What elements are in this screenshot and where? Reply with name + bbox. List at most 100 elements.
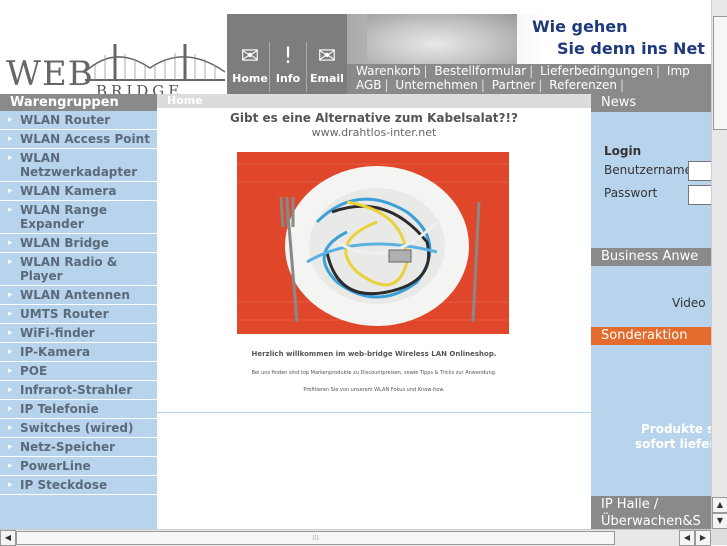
- sidebar-item-label: UMTS Router: [20, 307, 109, 321]
- bullet-arrow-icon: ▸: [8, 134, 13, 144]
- bullet-arrow-icon: ▸: [8, 328, 13, 338]
- bullet-arrow-icon: ▸: [8, 186, 13, 196]
- scrollbar-corner: [711, 529, 727, 545]
- nav-agb[interactable]: AGB: [353, 78, 385, 92]
- top-navigation: Warenkorb | Bestellformular | Lieferbeding…: [347, 64, 711, 94]
- home-button[interactable]: ✉ Home: [231, 42, 270, 92]
- sidebar-item-label: WLAN Radio & Player: [20, 255, 118, 283]
- bullet-arrow-icon: ▸: [8, 257, 13, 267]
- category-sidebar: Warengruppen ▸ WLAN Router ▸ WLAN Access Po…: [0, 94, 157, 529]
- header-banner: Wie gehen Sie denn ins Net: [347, 14, 711, 64]
- sidebar-item-label: PowerLine: [20, 459, 91, 473]
- scroll-left-button-2[interactable]: ◀: [679, 530, 695, 546]
- sidebar-item[interactable]: ▸ WLAN Access Point: [0, 130, 157, 149]
- bullet-arrow-icon: ▸: [8, 309, 13, 319]
- sidebar-item-label: WiFi-finder: [20, 326, 95, 340]
- sidebar-item[interactable]: ▸ WLAN Netzwerkadapter: [0, 149, 157, 182]
- sidebar-item[interactable]: ▸ WLAN Range Expander: [0, 201, 157, 234]
- banner-slogan-line1: Wie gehen: [532, 17, 628, 36]
- bullet-arrow-icon: ▸: [8, 423, 13, 433]
- page: WEB BRIDGE ✉ Home ! Info ✉ Email Wie geh…: [0, 0, 711, 529]
- info-button[interactable]: ! Info: [270, 42, 307, 92]
- nav-partner[interactable]: Partner: [489, 78, 539, 92]
- username-input[interactable]: [688, 161, 711, 181]
- sidebar-item-label: WLAN Netzwerkadapter: [20, 151, 138, 179]
- home-envelope-icon: ✉: [240, 44, 260, 69]
- bullet-arrow-icon: ▸: [8, 347, 13, 357]
- scroll-right-button[interactable]: ▶: [695, 530, 711, 546]
- sidebar-item-label: Infrarot-Strahler: [20, 383, 133, 397]
- sidebar-item-label: WLAN Access Point: [20, 132, 150, 146]
- nav-impressum[interactable]: Imp: [664, 64, 693, 78]
- bullet-arrow-icon: ▸: [8, 205, 13, 215]
- bullet-arrow-icon: ▸: [8, 238, 13, 248]
- sidebar-item[interactable]: ▸ PowerLine: [0, 457, 157, 476]
- sidebar-item-label: WLAN Antennen: [20, 288, 130, 302]
- sidebar-item[interactable]: ▸ WLAN Radio & Player: [0, 253, 157, 286]
- site-logo[interactable]: WEB BRIDGE: [0, 14, 227, 100]
- banner-slogan-line2: Sie denn ins Net: [557, 39, 705, 58]
- bullet-arrow-icon: ▸: [8, 442, 13, 452]
- nav-unternehmen[interactable]: Unternehmen: [392, 78, 480, 92]
- sidebar-item-label: IP Telefonie: [20, 402, 99, 416]
- bullet-arrow-icon: ▸: [8, 385, 13, 395]
- nav-row-1: Warenkorb | Bestellformular | Lieferbeding…: [353, 64, 693, 78]
- profit-text: Profitieren Sie von unserem WLAN Fokus u…: [303, 387, 445, 393]
- welcome-text: Herzlich willkommen im web-bridge Wirele…: [251, 350, 497, 358]
- sidebar-item-label: Netz-Speicher: [20, 440, 116, 454]
- info-label: Info: [275, 72, 301, 85]
- scroll-up-button[interactable]: ▲: [712, 497, 727, 513]
- sidebar-item-label: WLAN Router: [20, 113, 111, 127]
- scroll-down-button[interactable]: ▼: [712, 513, 727, 529]
- sidebar-item[interactable]: ▸ IP-Kamera: [0, 343, 157, 362]
- right-sidebar: News Login Benutzername Passwort Busines…: [591, 94, 711, 529]
- business-title[interactable]: Business Anwe: [591, 248, 711, 266]
- bullet-arrow-icon: ▸: [8, 290, 13, 300]
- vertical-scroll-thumb[interactable]: [713, 16, 727, 130]
- sidebar-item[interactable]: ▸ POE: [0, 362, 157, 381]
- intro-text: Bei uns finden sind top Markenprodukte z…: [251, 370, 497, 376]
- email-icon: ✉: [317, 44, 337, 69]
- video-label[interactable]: Video: [672, 296, 706, 310]
- sidebar-item[interactable]: ▸ IP Steckdose: [0, 476, 157, 495]
- bullet-arrow-icon: ▸: [8, 366, 13, 376]
- nav-bestellformular[interactable]: Bestellformular: [431, 64, 529, 78]
- cable-tangle-photo: [237, 152, 509, 334]
- home-label: Home: [232, 72, 268, 85]
- sidebar-item[interactable]: ▸ WLAN Bridge: [0, 234, 157, 253]
- ip-halle-box[interactable]: IP Halle / Überwachen&S: [591, 496, 711, 529]
- password-label: Passwort: [604, 186, 658, 200]
- main-content: Home Gibt es eine Alternative zum Kabels…: [157, 94, 591, 529]
- bullet-arrow-icon: ▸: [8, 404, 13, 414]
- email-button[interactable]: ✉ Email: [308, 42, 346, 92]
- sidebar-item-label: WLAN Kamera: [20, 184, 117, 198]
- top-icon-bar: ✉ Home ! Info ✉ Email: [227, 14, 347, 94]
- password-input[interactable]: [688, 185, 711, 205]
- nav-lieferbedingungen[interactable]: Lieferbedingungen: [537, 64, 656, 78]
- products-line-2: sofort liefer: [635, 437, 711, 451]
- bullet-arrow-icon: ▸: [8, 480, 13, 490]
- sidebar-item[interactable]: ▸ IP Telefonie: [0, 400, 157, 419]
- bullet-arrow-icon: ▸: [8, 153, 13, 163]
- sidebar-item[interactable]: ▸ Netz-Speicher: [0, 438, 157, 457]
- sidebar-item-label: IP-Kamera: [20, 345, 91, 359]
- vertical-scrollbar[interactable]: ▲ ▼: [711, 0, 727, 529]
- horizontal-scroll-thumb[interactable]: ⁞⁞⁞: [16, 531, 615, 545]
- sidebar-item[interactable]: ▸ WLAN Antennen: [0, 286, 157, 305]
- nav-row-2: AGB | Unternehmen | Partner | Referenzen |: [353, 78, 624, 92]
- horizontal-scrollbar[interactable]: ◀ ⁞⁞⁞ ◀ ▶: [0, 529, 711, 546]
- sidebar-item[interactable]: ▸ Switches (wired): [0, 419, 157, 438]
- sidebar-item[interactable]: ▸ WLAN Router: [0, 111, 157, 130]
- sidebar-item[interactable]: ▸ WLAN Kamera: [0, 182, 157, 201]
- sidebar-item[interactable]: ▸ WiFi-finder: [0, 324, 157, 343]
- sidebar-item[interactable]: ▸ Infrarot-Strahler: [0, 381, 157, 400]
- nav-warenkorb[interactable]: Warenkorb: [353, 64, 424, 78]
- username-label: Benutzername: [604, 163, 692, 177]
- breadcrumb[interactable]: Home: [157, 94, 591, 108]
- sidebar-item-label: WLAN Range Expander: [20, 203, 107, 231]
- scroll-left-button[interactable]: ◀: [0, 530, 16, 546]
- nav-referenzen[interactable]: Referenzen: [546, 78, 620, 92]
- content-divider: [157, 412, 591, 413]
- sidebar-item[interactable]: ▸ UMTS Router: [0, 305, 157, 324]
- sonderaktion-title[interactable]: Sonderaktion: [591, 327, 711, 345]
